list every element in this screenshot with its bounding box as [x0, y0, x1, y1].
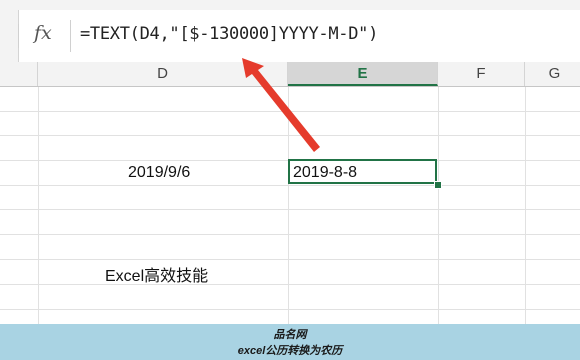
column-header-e[interactable]: E [288, 62, 438, 86]
row-line [0, 135, 580, 136]
row-line [0, 284, 580, 285]
column-line [38, 87, 39, 324]
watermark-title: excel公历转换为农历 [237, 345, 343, 357]
column-headers: D E F G [0, 62, 580, 87]
row-line [0, 185, 580, 186]
cell-e4[interactable]: 2019-8-8 [293, 164, 357, 182]
column-header-d[interactable]: D [38, 62, 288, 86]
name-box-edge[interactable] [0, 10, 19, 62]
row-line [0, 209, 580, 210]
column-header-c-edge[interactable] [0, 62, 38, 86]
row-line [0, 259, 580, 260]
divider [18, 24, 19, 48]
watermark-banner: 品名网 excel公历转换为农历 [0, 324, 580, 360]
cell-d4[interactable]: 2019/9/6 [128, 164, 190, 182]
column-line [438, 87, 439, 324]
cell-d8[interactable]: Excel高效技能 [105, 262, 208, 286]
row-line [0, 111, 580, 112]
row-line [0, 234, 580, 235]
column-header-f[interactable]: F [438, 62, 525, 86]
divider [70, 20, 71, 52]
fill-handle[interactable] [434, 181, 442, 189]
formula-bar: fx =TEXT(D4,"[$-130000]YYYY-M-D") [0, 10, 580, 63]
formula-input[interactable]: =TEXT(D4,"[$-130000]YYYY-M-D") [80, 24, 378, 44]
column-line [525, 87, 526, 324]
column-header-g[interactable]: G [525, 62, 580, 86]
cell-grid[interactable]: 2019/9/6 2019-8-8 Excel高效技能 [0, 87, 580, 324]
column-line [288, 87, 289, 324]
fx-icon[interactable]: fx [34, 22, 52, 44]
row-line [0, 309, 580, 310]
watermark-site: 品名网 [273, 329, 307, 341]
